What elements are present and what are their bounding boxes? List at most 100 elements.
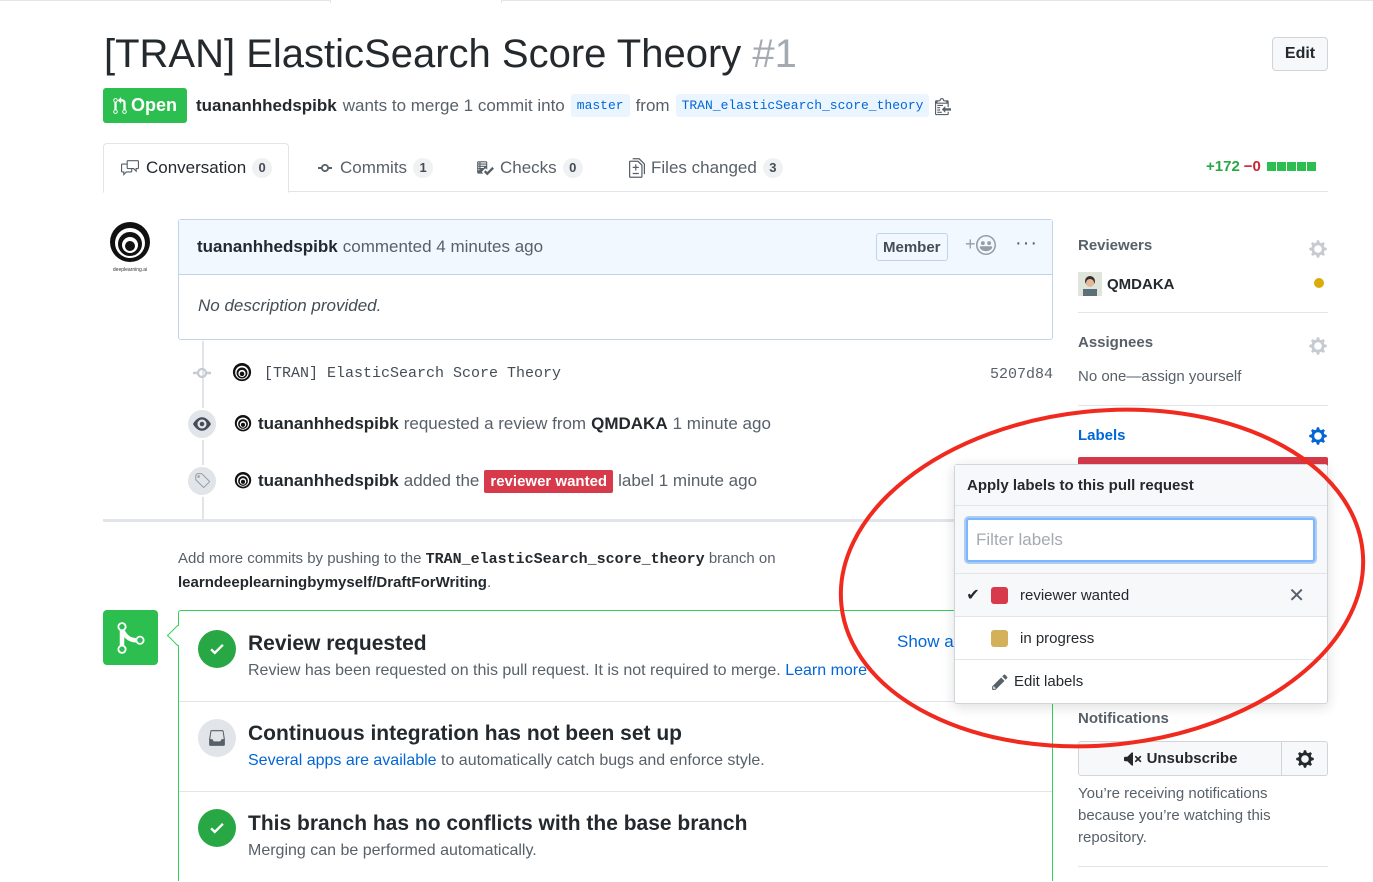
label-swatch-in-progress xyxy=(991,629,1008,647)
commit-author-avatar[interactable] xyxy=(232,363,252,383)
tab-files-changed-count: 3 xyxy=(762,157,783,178)
labels-popover-header: Apply labels to this pull request xyxy=(955,465,1327,506)
pr-tabs: Conversation 0 Commits 1 Checks 0 Files … xyxy=(103,143,1328,193)
review-actor[interactable]: tuananhhedspibk xyxy=(258,414,399,434)
push-note-suffix: . xyxy=(486,574,492,591)
pr-title-text: [TRAN] ElasticSearch Score Theory xyxy=(104,32,742,76)
unsubscribe-group: Unsubscribe xyxy=(1078,741,1328,776)
comment-timestamp[interactable]: commented 4 minutes ago xyxy=(343,237,543,257)
labels-heading[interactable]: Labels xyxy=(1078,427,1328,444)
reviewers-heading[interactable]: Reviewers xyxy=(1078,237,1328,254)
tab-conversation[interactable]: Conversation 0 xyxy=(103,143,290,193)
diffstat[interactable]: +172 −0 xyxy=(1206,158,1316,175)
avatar-caption: deeplearning.ai xyxy=(113,267,147,273)
add-reaction-button[interactable]: + xyxy=(965,234,996,255)
unsubscribe-button[interactable]: Unsubscribe xyxy=(1078,741,1282,776)
notifications-text: You’re receiving notifications because y… xyxy=(1078,785,1271,846)
review-time[interactable]: 1 minute ago xyxy=(673,414,771,434)
merge-item-ci: Continuous integration has not been set … xyxy=(179,702,1052,792)
remove-label-icon[interactable]: ✕ xyxy=(1288,583,1305,608)
review-actor-avatar[interactable] xyxy=(234,415,252,433)
assignees-text[interactable]: No one—assign yourself xyxy=(1078,368,1328,385)
file-diff-icon xyxy=(629,157,645,178)
conflict-title: This branch has no conflicts with the ba… xyxy=(248,812,748,835)
timeline-divider xyxy=(103,519,1053,522)
push-note-branch: TRAN_elasticSearch_score_theory xyxy=(425,551,705,568)
top-tabbar-edge xyxy=(0,0,1373,3)
tab-checks-count: 0 xyxy=(562,157,583,178)
label-option-name: in progress xyxy=(1020,629,1095,647)
labels-filter-wrap xyxy=(955,506,1327,574)
review-desc: Review has been requested on this pull r… xyxy=(248,662,867,680)
conflict-desc: Merging can be performed automatically. xyxy=(248,842,537,859)
commit-icon xyxy=(318,163,332,172)
pr-title: [TRAN] ElasticSearch Score Theory #1 xyxy=(104,32,797,77)
commit-sha[interactable]: 5207d84 xyxy=(990,366,1053,383)
comment-body: No description provided. xyxy=(198,296,382,315)
diffstat-additions: +172 xyxy=(1206,158,1240,175)
review-target[interactable]: QMDAKA xyxy=(591,414,668,434)
check-icon: ✔ xyxy=(966,587,980,604)
labels-filter-input[interactable] xyxy=(966,518,1315,562)
review-pending-indicator xyxy=(1314,278,1324,288)
label-actor-avatar[interactable] xyxy=(234,472,252,490)
show-all-reviewers-link[interactable]: Show all xyxy=(897,632,961,652)
push-note: Add more commits by pushing to the TRAN_… xyxy=(178,547,828,594)
head-branch[interactable]: TRAN_elasticSearch_score_theory xyxy=(675,94,930,117)
tab-checks-label: Checks xyxy=(500,157,557,177)
push-note-repo: learndeeplearningbymyself/DraftForWritin… xyxy=(178,574,487,591)
tab-files-changed[interactable]: Files changed 3 xyxy=(613,143,799,192)
pr-author-link[interactable]: tuananhhedspibk xyxy=(196,96,337,116)
merge-item-conflicts: This branch has no conflicts with the ba… xyxy=(179,792,1052,882)
assignees-heading[interactable]: Assignees xyxy=(1078,334,1328,351)
label-option-name: reviewer wanted xyxy=(1020,586,1130,604)
label-option-reviewer-wanted[interactable]: ✔ reviewer wanted ✕ xyxy=(955,574,1327,617)
review-title: Review requested xyxy=(248,632,427,655)
label-event-text: added the xyxy=(403,471,480,490)
tab-checks[interactable]: Checks 0 xyxy=(460,143,599,192)
assignees-gear-icon[interactable] xyxy=(1308,336,1328,356)
learn-more-link[interactable]: Learn more xyxy=(785,662,867,679)
comment-header: tuananhhedspibk commented 4 minutes ago … xyxy=(179,220,1052,275)
timeline-label-added: tuananhhedspibk added the reviewer wante… xyxy=(186,465,757,497)
labels-gear-icon[interactable] xyxy=(1308,426,1328,446)
review-desc-text: Review has been requested on this pull r… xyxy=(248,662,781,679)
comment-more-button[interactable]: ··· xyxy=(1015,232,1038,255)
apps-available-link[interactable]: Several apps are available xyxy=(248,752,437,769)
gear-icon xyxy=(1295,749,1314,768)
reviewers-gear-icon[interactable] xyxy=(1308,239,1328,259)
base-branch[interactable]: master xyxy=(570,94,630,117)
deeplearning-logo: deeplearning.ai xyxy=(110,222,150,273)
tab-commits-label: Commits xyxy=(340,157,408,177)
author-avatar[interactable]: deeplearning.ai xyxy=(108,222,152,274)
label-actor[interactable]: tuananhhedspibk xyxy=(258,471,399,491)
eye-icon xyxy=(193,417,211,431)
sidebar-reviewers: Reviewers QMDAKA xyxy=(1078,237,1328,313)
diffstat-deletions: −0 xyxy=(1243,158,1261,175)
edit-labels-link[interactable]: Edit labels xyxy=(955,660,1327,703)
merge-status-icon xyxy=(103,610,158,665)
notifications-heading: Notifications xyxy=(1078,710,1169,727)
commit-message[interactable]: [TRAN] ElasticSearch Score Theory xyxy=(264,365,561,382)
tab-conversation-count: 0 xyxy=(252,158,273,178)
unsubscribe-label: Unsubscribe xyxy=(1146,750,1238,767)
member-badge: Member xyxy=(876,233,948,261)
reviewer-qmdaka[interactable]: QMDAKA xyxy=(1078,272,1175,296)
tab-files-changed-label: Files changed xyxy=(651,157,757,177)
label-option-in-progress[interactable]: in progress xyxy=(955,617,1327,660)
git-merge-icon xyxy=(117,621,144,654)
comment-discussion-icon xyxy=(121,160,139,176)
checklist-icon xyxy=(477,160,494,175)
labels-popover: Apply labels to this pull request ✔ revi… xyxy=(954,464,1328,704)
notification-settings-button[interactable] xyxy=(1282,741,1328,776)
clipboard-icon[interactable] xyxy=(935,96,952,116)
pr-description-comment: tuananhhedspibk commented 4 minutes ago … xyxy=(178,219,1053,340)
edit-title-button[interactable]: Edit xyxy=(1272,37,1328,71)
mute-icon xyxy=(1123,751,1142,766)
tag-icon xyxy=(195,473,210,488)
pull-request-icon xyxy=(113,96,127,114)
comment-author[interactable]: tuananhhedspibk xyxy=(197,237,338,257)
tab-commits[interactable]: Commits 1 xyxy=(300,143,449,192)
smiley-icon xyxy=(975,234,996,255)
timeline-label-chip[interactable]: reviewer wanted xyxy=(484,469,614,493)
